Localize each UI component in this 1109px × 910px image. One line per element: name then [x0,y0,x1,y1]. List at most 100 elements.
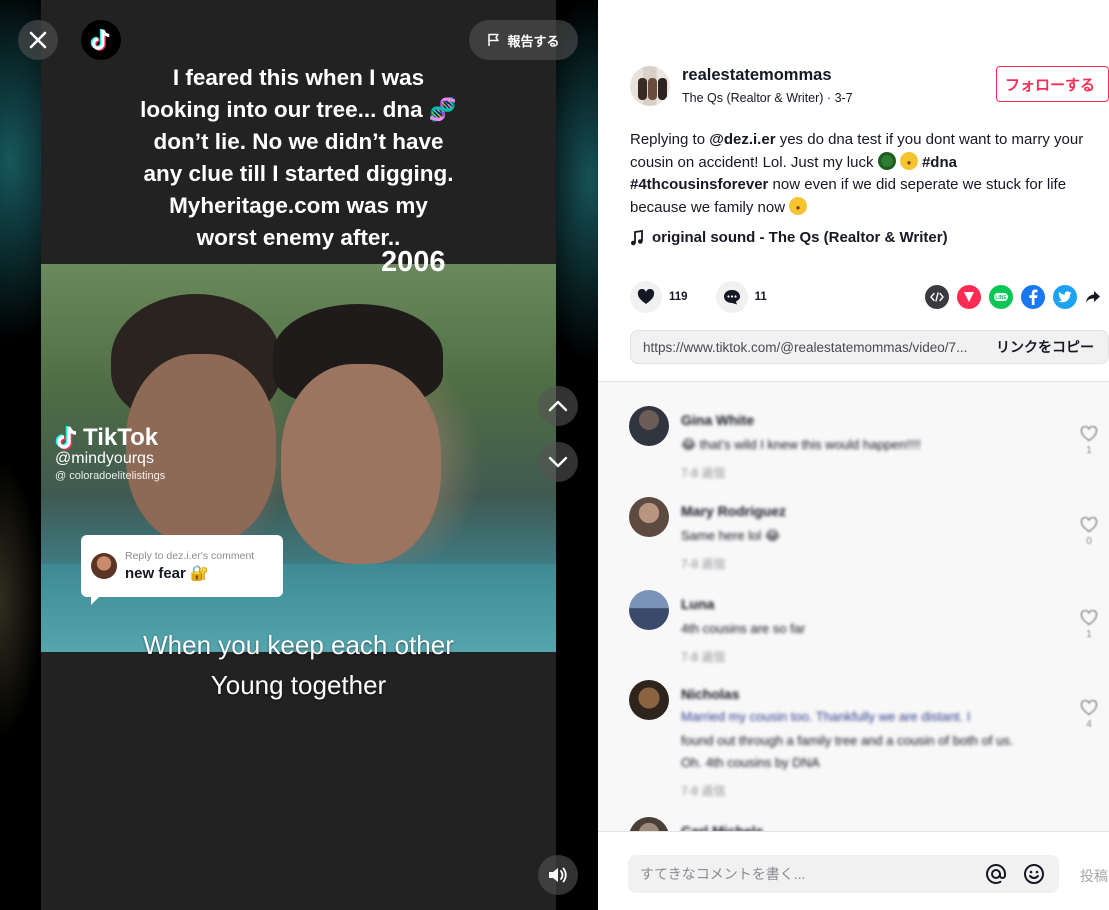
heart-icon [637,289,655,304]
four-leaf-clover-icon [877,151,896,170]
reply-sticker: Reply to dez.i.er's comment new fear 🔐 [81,535,283,605]
author-avatar[interactable] [630,66,670,106]
video-player[interactable]: I feared this when I was looking into ou… [0,0,598,910]
post-button[interactable]: 投稿 [1080,866,1108,886]
mention-button[interactable] [983,861,1009,887]
music-link[interactable]: original sound - The Qs (Realtor & Write… [630,229,948,246]
chevron-down-icon [548,456,568,468]
video-caption-bottom: When you keep each other Young together [143,630,454,700]
rofl-emoji-icon [899,151,918,170]
close-icon [29,31,47,49]
share-arrow-icon [1086,291,1100,303]
comment-like-count: 1 [1086,629,1092,640]
like-button[interactable] [630,281,662,313]
comment-text: found out through a family tree and a co… [681,733,1014,748]
comment-text: Married my cousin too. Thankfully we are… [681,709,971,724]
details-panel: realestatemommas The Qs (Realtor & Write… [598,0,1109,910]
comment-list[interactable]: Gina White 😂 that’s wild I knew this wou… [598,381,1109,831]
tiktok-video-page: I feared this when I was looking into ou… [0,0,1109,910]
smiley-icon [1024,864,1044,884]
commenter-avatar[interactable] [629,497,669,537]
comment-meta: 7-8 返信 [681,466,726,480]
comment-item: Gina White 😂 that’s wild I knew this wou… [629,406,1099,486]
comment-item: Nicholas Married my cousin too. Thankful… [629,680,1099,805]
rofl-emoji-icon [789,196,808,215]
tiktok-watermark: TikTok @mindyourqs @ coloradoelitelistin… [55,424,165,482]
commenter-name[interactable]: Carl Michels [681,823,763,831]
close-button[interactable] [18,20,58,60]
speaker-icon [549,867,567,883]
facebook-share-icon[interactable] [1021,285,1045,309]
embed-icon[interactable] [925,285,949,309]
like-count: 119 [669,291,688,303]
twitter-share-icon[interactable] [1053,285,1077,309]
next-video-button[interactable] [538,442,578,482]
tiktok-logo-button[interactable] [81,20,121,60]
video-description: Replying to @dez.i.er yes do dna test if… [630,131,1084,216]
video-year-label: 2006 [381,246,446,278]
send-to-friends-icon[interactable] [957,285,981,309]
comment-input[interactable] [628,866,983,882]
mention-link[interactable]: @dez.i.er [709,131,775,148]
commenter-name[interactable]: Nicholas [681,686,739,702]
comment-like-count: 0 [1086,536,1092,547]
comment-input-box [628,855,1059,893]
comment-like-button[interactable]: 4 [1079,699,1099,730]
commenter-avatar[interactable] [629,406,669,446]
follow-button[interactable]: フォローする [996,66,1109,102]
reply-avatar [91,553,117,579]
volume-button[interactable] [538,855,578,895]
flag-icon [488,33,500,46]
comment-text: 4th cousins are so far [681,621,806,636]
commenter-name[interactable]: Mary Rodriguez [681,503,786,519]
copy-link-button[interactable]: リンクをコピー [982,337,1108,357]
comment-like-button[interactable]: 0 [1079,516,1099,547]
music-label: original sound - The Qs (Realtor & Write… [652,229,948,246]
reply-text: new fear 🔐 [125,565,209,582]
video-frame[interactable]: I feared this when I was looking into ou… [41,0,556,910]
heart-outline-icon [1080,516,1098,533]
music-note-icon [631,229,643,245]
share-link-box: https://www.tiktok.com/@realestatemommas… [630,330,1109,364]
commenter-avatar[interactable] [629,590,669,630]
comment-button[interactable] [715,281,748,313]
comment-input-bar: 投稿 [598,831,1109,910]
chevron-up-icon [548,400,568,412]
report-button[interactable]: 報告する [469,20,578,60]
comment-text: 😂 that’s wild I knew this would happen!!… [681,437,921,452]
tiktok-logo-icon [90,29,110,51]
hashtag-4thcousinsforever[interactable]: #4thcousinsforever [630,176,768,193]
previous-video-button[interactable] [538,386,578,426]
tiktok-note-icon [55,426,77,450]
author-subtitle: The Qs (Realtor & Writer) · 3-7 [682,91,853,105]
commenter-avatar[interactable] [629,817,669,831]
commenter-avatar[interactable] [629,680,669,720]
comment-like-button[interactable]: 1 [1079,609,1099,640]
comment-meta: 7-8 返信 [681,557,726,571]
author-name[interactable]: realestatemommas [682,66,832,85]
at-sign-icon [986,864,1006,884]
share-buttons: LINE [925,285,1105,309]
comment-item: Carl Michels [629,817,1099,831]
commenter-name[interactable]: Gina White [681,412,754,428]
heart-outline-icon [1080,425,1098,442]
report-label: 報告する [507,33,560,49]
comment-meta: 7-8 返信 [681,784,726,798]
reply-meta: Reply to dez.i.er's comment [125,550,255,562]
emoji-button[interactable] [1021,861,1047,887]
comment-like-count: 4 [1086,719,1092,730]
svg-text:LINE: LINE [995,295,1007,301]
line-share-icon[interactable]: LINE [989,285,1013,309]
comment-meta: 7-8 返信 [681,650,726,664]
watermark-tag: @ coloradoelitelistings [55,470,166,482]
hashtag-dna[interactable]: #dna [922,154,957,171]
comment-like-count: 1 [1086,445,1092,456]
comment-text: Oh. 4th cousins by DNA [681,755,820,770]
video-caption-top: I feared this when I was looking into ou… [140,65,457,250]
share-link-url[interactable]: https://www.tiktok.com/@realestatemommas… [631,340,982,355]
comment-like-button[interactable]: 1 [1079,425,1099,456]
heart-outline-icon [1080,609,1098,626]
more-share-button[interactable] [1085,285,1105,309]
commenter-name[interactable]: Luna [681,596,714,612]
watermark-brand: TikTok [83,424,159,451]
